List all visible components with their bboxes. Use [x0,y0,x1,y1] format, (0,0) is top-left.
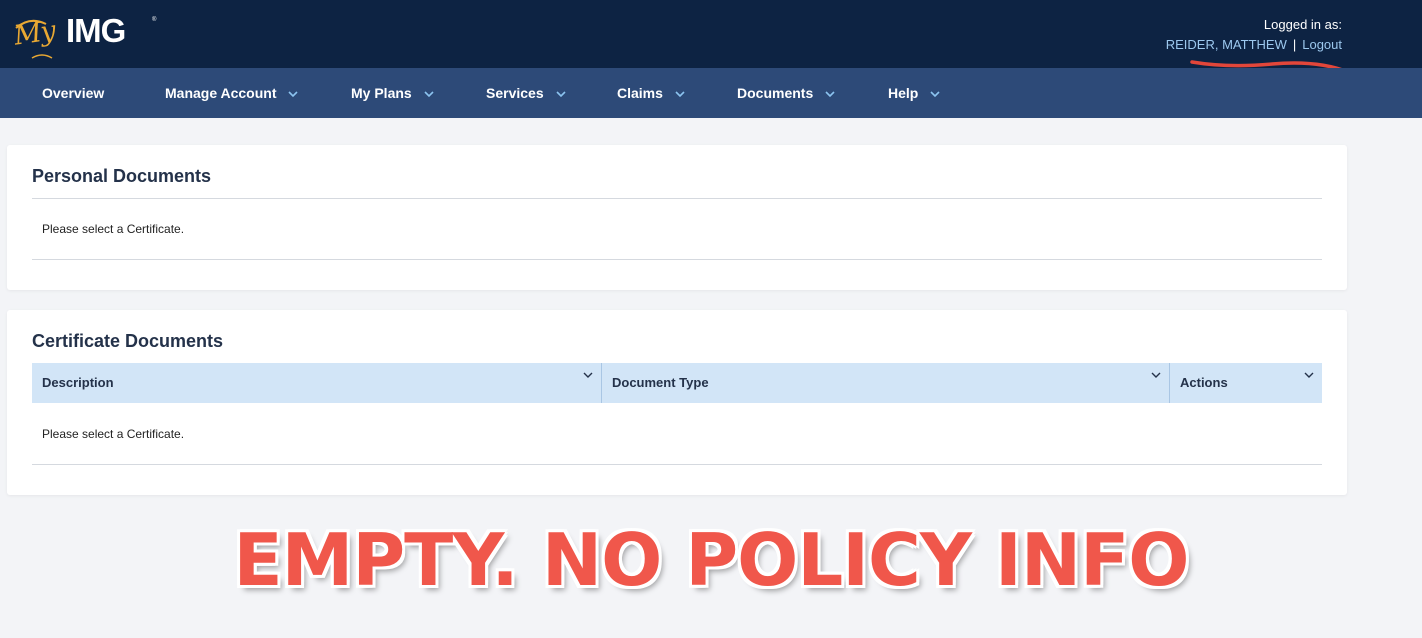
main-nav: Overview Manage Account My Plans Service… [0,68,1422,118]
nav-overview[interactable]: Overview [42,68,104,118]
nav-help-label: Help [888,85,919,101]
column-header-description[interactable]: Description [32,363,601,403]
column-header-document-type[interactable]: Document Type [601,363,1169,403]
logout-link[interactable]: Logout [1302,37,1342,52]
nav-manage-account-label: Manage Account [165,85,277,101]
certificate-documents-title: Certificate Documents [32,331,224,351]
logo-prefix: My [12,15,57,52]
column-header-label: Document Type [612,375,709,390]
chevron-down-icon [583,372,593,378]
nav-my-plans[interactable]: My Plans [351,68,434,118]
nav-claims-label: Claims [617,85,663,101]
login-info: Logged in as: REIDER, MATTHEW | Logout [1166,15,1342,55]
annotation-text: EMPTY. NO POLICY INFO [233,518,1189,602]
divider [32,464,1322,465]
logged-in-label: Logged in as: [1263,17,1342,32]
divider [32,198,1322,199]
column-header-label: Description [42,375,114,390]
nav-documents-label: Documents [737,85,814,101]
user-name-link[interactable]: REIDER, MATTHEW [1166,37,1287,52]
nav-documents[interactable]: Documents [737,68,835,118]
top-header: My IMG ® Logged in as: REIDER, MATTHEW | L… [0,0,1422,74]
nav-my-plans-label: My Plans [351,85,412,101]
nav-manage-account[interactable]: Manage Account [165,68,298,118]
chevron-down-icon [675,91,685,97]
column-header-actions[interactable]: Actions [1169,363,1322,403]
logo-text: IMG [66,12,126,49]
logo-registered-mark: ® [152,17,157,23]
certificate-documents-card: Certificate Documents Description Docume… [7,310,1347,495]
certificate-documents-message: Please select a Certificate. [42,427,185,441]
nav-help[interactable]: Help [888,68,940,118]
divider [32,259,1322,260]
personal-documents-card: Personal Documents Please select a Certi… [7,145,1347,290]
nav-overview-label: Overview [42,85,105,101]
nav-services-label: Services [486,85,544,101]
chevron-down-icon [288,91,298,97]
nav-claims[interactable]: Claims [617,68,685,118]
personal-documents-title: Personal Documents [32,166,212,186]
myimg-logo[interactable]: My IMG ® [12,8,172,62]
login-links: REIDER, MATTHEW | Logout [1166,35,1342,55]
chevron-down-icon [1151,372,1161,378]
chevron-down-icon [555,91,566,97]
nav-services[interactable]: Services [486,68,566,118]
chevron-down-icon [825,91,835,97]
login-separator: | [1292,37,1297,52]
chevron-down-icon [930,91,940,97]
chevron-down-icon [1304,372,1314,378]
column-header-label: Actions [1180,375,1228,390]
personal-documents-message: Please select a Certificate. [42,222,185,236]
chevron-down-icon [424,91,434,97]
table-header: Description Document Type Actions [32,363,1322,403]
